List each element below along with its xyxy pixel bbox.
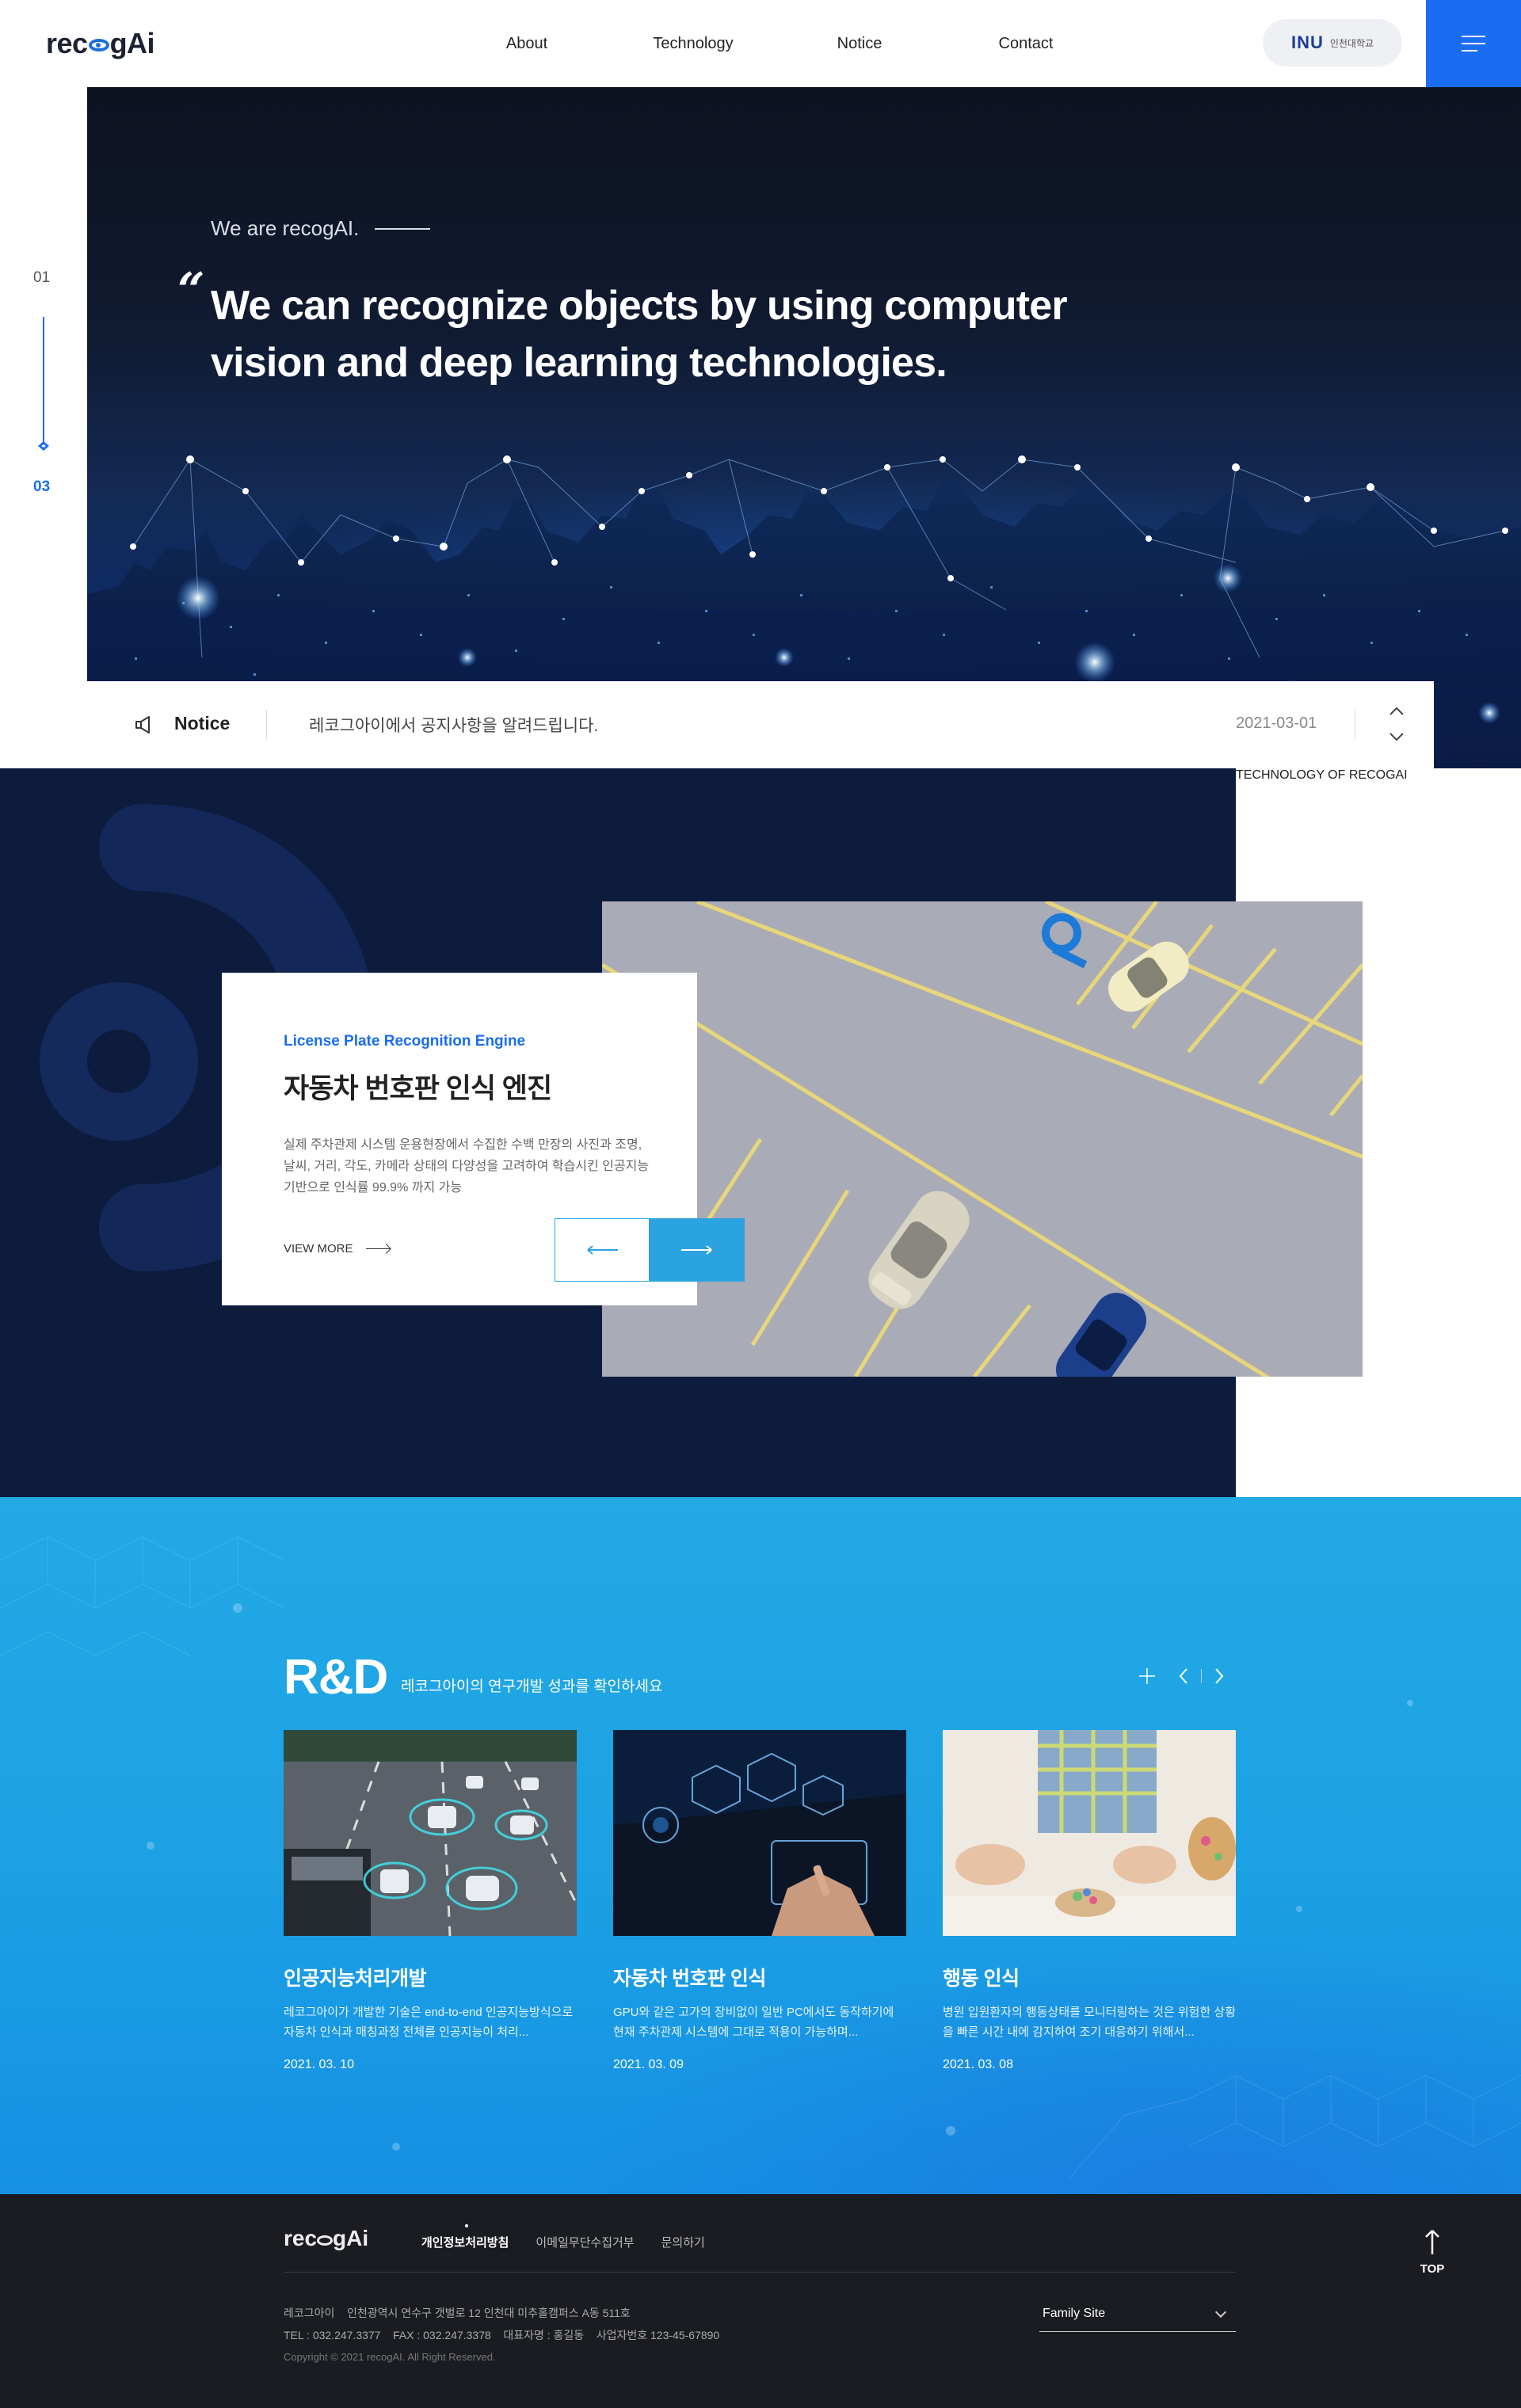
scroll-top-button[interactable]: TOP	[1416, 2227, 1448, 2276]
footer-links: 개인정보처리방침 이메일무단수집거부 문의하기	[421, 2224, 705, 2250]
view-more-link[interactable]: VIEW MORE	[284, 1242, 390, 1255]
slider-prev-button[interactable]	[555, 1218, 650, 1282]
slide-progress-line	[43, 317, 44, 445]
footer-logo-eye-icon	[317, 2235, 334, 2246]
plus-icon[interactable]	[1138, 1667, 1157, 1686]
highway-cars-image	[284, 1730, 577, 1936]
slide-current-number: 01	[33, 269, 51, 286]
controls-divider	[1201, 1669, 1202, 1683]
rnd-card-date: 2021. 03. 09	[613, 2058, 684, 2071]
rnd-card-date: 2021. 03. 10	[284, 2058, 354, 2071]
rnd-card[interactable]: 자동차 번호판 인식 GPU와 같은 고가의 장비없이 일반 PC에서도 동작하…	[613, 1730, 906, 2072]
arrow-right-icon	[365, 1248, 390, 1249]
slide-total-number: 03	[33, 478, 51, 495]
rnd-card-title: 자동차 번호판 인식	[613, 1968, 766, 1990]
megaphone-icon	[135, 716, 150, 733]
hamburger-menu-button[interactable]	[1426, 0, 1521, 87]
technology-vertical-label: TECHNOLOGY OF RECOGAI	[1236, 768, 1408, 782]
footer-copyright: Copyright © 2021 recogAI. All Right Rese…	[284, 2351, 496, 2363]
university-name: 인천대학교	[1329, 37, 1374, 49]
chevron-down-icon	[1214, 2306, 1227, 2318]
hamburger-icon	[1462, 36, 1485, 51]
rnd-subtitle: 레코그아이의 연구개발 성과를 확인하세요	[401, 1678, 663, 1695]
nav-notice[interactable]: Notice	[776, 0, 943, 87]
logo-text-end: gAi	[109, 27, 155, 59]
rnd-card-description: 레코그아이가 개발한 기술은 end-to-end 인공지능방식으로 자동차 인…	[284, 2006, 574, 2039]
parking-lot-image	[602, 901, 1363, 1377]
footer-link-email-refusal[interactable]: 이메일무단수집거부	[536, 2234, 634, 2250]
university-badge[interactable]: INU 인천대학교	[1263, 19, 1402, 67]
nav-contact[interactable]: Contact	[943, 0, 1109, 87]
main-nav: About Technology Notice Contact	[444, 0, 1109, 87]
site-header: rec gAi About Technology Notice Contact I…	[0, 0, 1521, 87]
card-title: 자동차 번호판 인식 엔진	[284, 1073, 552, 1104]
footer-logo-text-end: gAi	[333, 2226, 369, 2250]
slider-next-button[interactable]	[650, 1218, 745, 1282]
quote-mark: “	[177, 263, 205, 318]
family-site-label: Family Site	[1043, 2307, 1106, 2320]
rnd-card-thumbnail	[284, 1730, 577, 1936]
rnd-controls	[1138, 1667, 1226, 1686]
rnd-card-title: 인공지능처리개발	[284, 1968, 427, 1990]
site-footer	[0, 2194, 1521, 2408]
rnd-card-date: 2021. 03. 08	[943, 2058, 1013, 2071]
hero-banner: We are recogAI. “ We can recognize objec…	[87, 87, 1521, 768]
arrow-up-icon	[1425, 2230, 1439, 2254]
notice-bar: Notice 레코그아이에서 공지사항을 알려드립니다. 2021-03-01	[87, 681, 1434, 768]
footer-address: 레코그아이 인천광역시 연수구 갯벌로 12 인천대 미추홀캠퍼스 A동 511…	[284, 2302, 719, 2346]
car-dashboard-image	[613, 1730, 906, 1936]
rnd-card-description: 병원 입원환자의 행동상태를 모니터링하는 것은 위험한 상황을 빠른 시간 내…	[943, 2006, 1236, 2039]
parking-illustration	[602, 901, 1363, 1377]
family-site-select[interactable]: Family Site	[1039, 2300, 1236, 2332]
city-skyline-image	[87, 455, 1521, 768]
footer-logo[interactable]: rec gAi	[284, 2226, 368, 2251]
footer-address-line: 레코그아이 인천광역시 연수구 갯벌로 12 인천대 미추홀캠퍼스 A동 511…	[284, 2307, 631, 2319]
rnd-card-thumbnail	[613, 1730, 906, 1936]
notice-next-chevron-down-icon[interactable]	[1388, 730, 1405, 743]
footer-divider	[284, 2272, 1236, 2273]
hero-title: We can recognize objects by using comput…	[211, 283, 1068, 386]
logo-text-start: rec	[46, 27, 88, 59]
slide-progress-marker-icon	[38, 441, 49, 451]
footer-contact-line: TEL : 032.247.3377 FAX : 032.247.3378 대표…	[284, 2329, 720, 2341]
university-logo: INU	[1290, 32, 1324, 52]
notice-divider	[266, 710, 267, 740]
arrow-left-icon	[587, 1245, 618, 1255]
rnd-card[interactable]: 인공지능처리개발 레코그아이가 개발한 기술은 end-to-end 인공지능방…	[284, 1730, 577, 2072]
card-description: 실제 주차관제 시스템 운용현장에서 수집한 수백 만장의 사진과 조명, 날씨…	[284, 1138, 650, 1194]
notice-label: Notice	[174, 713, 231, 733]
rnd-title: R&D	[284, 1650, 388, 1705]
notice-date: 2021-03-01	[1236, 714, 1317, 732]
chevron-left-icon[interactable]	[1177, 1667, 1190, 1686]
nav-about[interactable]: About	[444, 0, 610, 87]
site-logo[interactable]: rec gAi	[46, 27, 155, 60]
chevron-right-icon[interactable]	[1213, 1667, 1226, 1686]
notice-message-link[interactable]: 레코그아이에서 공지사항을 알려드립니다.	[309, 713, 598, 737]
notice-prev-chevron-up-icon[interactable]	[1388, 705, 1405, 718]
rnd-card-description: GPU와 같은 고가의 장비없이 일반 PC에서도 동작하기에 현재 주차관제 …	[613, 2006, 894, 2039]
hero-kicker: We are recogAI.	[211, 216, 430, 241]
view-more-label: VIEW MORE	[284, 1242, 353, 1255]
rnd-card[interactable]: 행동 인식 병원 입원환자의 행동상태를 모니터링하는 것은 위험한 상황을 빠…	[943, 1730, 1236, 2072]
child-playing-image	[943, 1730, 1236, 1936]
rnd-card-thumbnail	[943, 1730, 1236, 1936]
card-eyebrow: License Plate Recognition Engine	[284, 1033, 526, 1050]
logo-eye-icon	[88, 39, 109, 51]
footer-link-contact[interactable]: 문의하기	[661, 2234, 705, 2250]
rnd-card-title: 행동 인식	[943, 1968, 1020, 1990]
footer-link-privacy[interactable]: 개인정보처리방침	[421, 2224, 509, 2250]
arrow-right-icon	[681, 1245, 712, 1255]
scroll-top-label: TOP	[1420, 2262, 1445, 2276]
nav-technology[interactable]: Technology	[610, 0, 776, 87]
footer-logo-text-start: rec	[284, 2226, 318, 2250]
